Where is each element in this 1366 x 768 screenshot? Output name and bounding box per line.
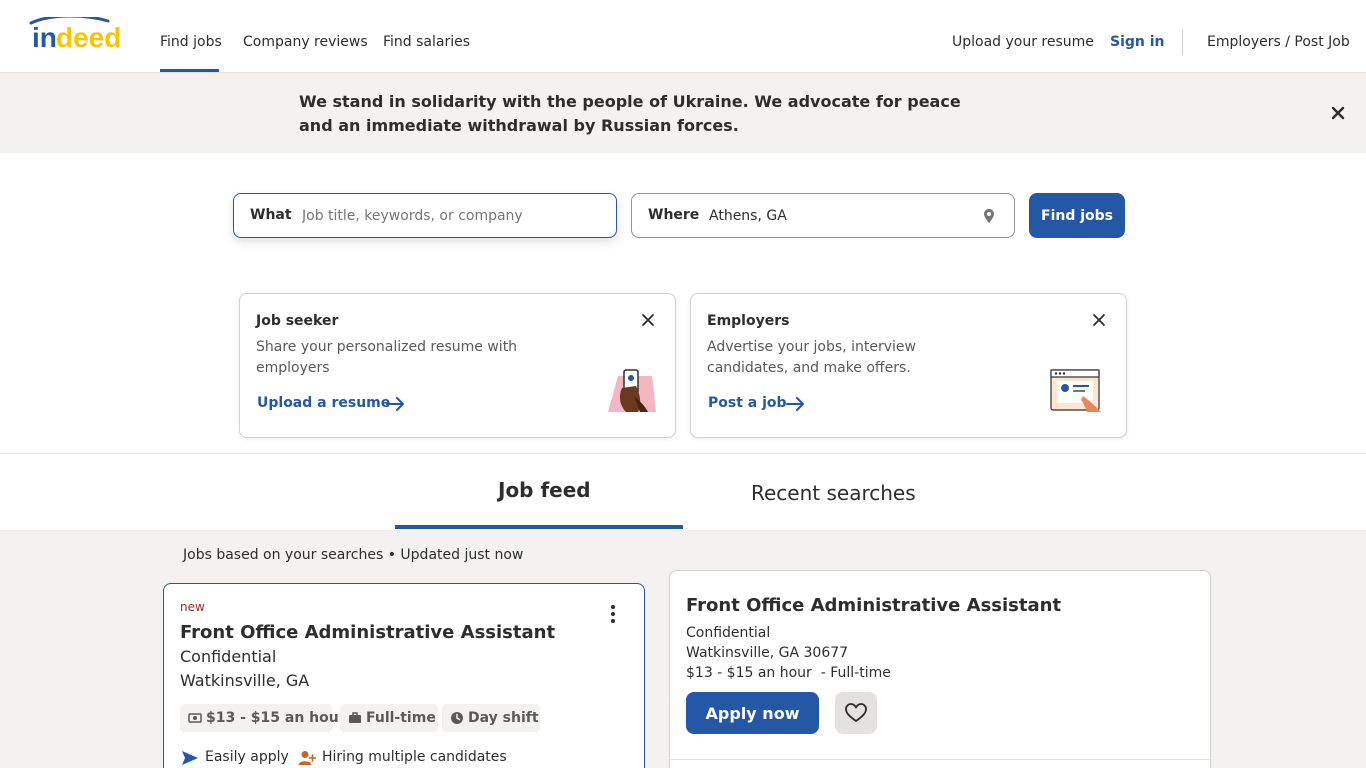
new-badge: new — [180, 600, 205, 614]
where-label: Where — [648, 207, 700, 223]
nav-company-reviews[interactable]: Company reviews — [243, 34, 368, 50]
detail-salary-type: $13 - $15 an hour - Full-time — [686, 665, 891, 681]
job-type-pill-label: Full-time — [366, 710, 436, 726]
heart-icon — [845, 703, 867, 722]
nav-find-jobs[interactable]: Find jobs — [160, 34, 222, 50]
indeed-logo[interactable]: in deed — [28, 17, 134, 51]
nav-active-indicator — [160, 69, 219, 72]
shift-pill: Day shift — [442, 704, 540, 732]
hiring-multiple-label: Hiring multiple candidates — [322, 749, 507, 765]
find-jobs-button[interactable]: Find jobs — [1029, 193, 1125, 238]
detail-company[interactable]: Confidential — [686, 625, 770, 641]
shift-pill-label: Day shift — [468, 710, 539, 726]
what-label: What — [250, 207, 292, 223]
sign-in-link[interactable]: Sign in — [1110, 34, 1165, 50]
upload-resume-link[interactable]: Upload your resume — [952, 34, 1094, 50]
tabs-separator — [0, 453, 1366, 454]
banner-text: We stand in solidarity with the people o… — [299, 92, 961, 135]
job-card[interactable]: new Front Office Administrative Assistan… — [163, 583, 645, 768]
site-header: in deed Find jobs Company reviews Find s… — [0, 0, 1366, 73]
close-icon[interactable] — [1092, 313, 1106, 327]
salary-pill-label: $13 - $15 an hour — [206, 710, 346, 726]
job-location: Watkinsville, GA — [180, 671, 310, 690]
more-options-icon[interactable] — [604, 604, 622, 624]
easily-apply-feature: Easily apply — [181, 749, 289, 765]
send-icon — [182, 751, 198, 765]
job-seeker-card: Job seeker Share your personalized resum… — [239, 293, 676, 438]
upload-resume-link[interactable]: Upload a resume — [257, 395, 390, 411]
location-pin-icon — [984, 209, 994, 223]
arrow-right-icon[interactable] — [386, 396, 406, 412]
money-icon — [188, 713, 202, 723]
tab-recent-searches[interactable]: Recent searches — [751, 481, 916, 505]
detail-job-title: Front Office Administrative Assistant — [686, 595, 1062, 616]
svg-text:in: in — [32, 22, 57, 51]
employers-post-job-link[interactable]: Employers / Post Job — [1207, 34, 1350, 50]
job-seeker-desc: Share your personalized resume with empl… — [256, 339, 518, 376]
browser-candidate-illustration-icon — [1050, 369, 1101, 412]
clock-icon — [451, 712, 463, 724]
save-job-button[interactable] — [835, 692, 877, 734]
nav-find-salaries[interactable]: Find salaries — [383, 34, 470, 50]
post-job-link[interactable]: Post a job — [708, 395, 787, 411]
feed-meta-text: Jobs based on your searches • Updated ju… — [183, 547, 524, 563]
job-type-pill: Full-time — [340, 704, 438, 732]
tab-active-indicator — [395, 525, 683, 529]
employers-title: Employers — [707, 313, 790, 329]
job-seeker-title: Job seeker — [256, 313, 339, 329]
detail-separator — [670, 759, 1210, 760]
phone-resume-illustration-icon — [608, 369, 656, 412]
add-person-icon — [298, 751, 316, 765]
what-search-box: What — [233, 193, 617, 238]
company-name: Confidential — [180, 647, 277, 666]
apply-now-button[interactable]: Apply now — [686, 692, 819, 734]
what-input[interactable] — [302, 200, 602, 231]
tab-job-feed[interactable]: Job feed — [498, 478, 591, 502]
ukraine-banner: We stand in solidarity with the people o… — [0, 73, 1366, 153]
job-detail-panel: Front Office Administrative Assistant Co… — [669, 570, 1211, 768]
svg-text:deed: deed — [56, 22, 121, 51]
arrow-right-icon[interactable] — [786, 396, 806, 412]
where-input[interactable] — [709, 200, 969, 231]
nav-divider — [1182, 29, 1183, 55]
employers-card: Employers Advertise your jobs, interview… — [690, 293, 1127, 438]
job-title-link[interactable]: Front Office Administrative Assistant — [180, 622, 555, 643]
close-icon[interactable] — [1329, 104, 1347, 122]
where-search-box: Where — [631, 193, 1015, 238]
hiring-multiple-feature: Hiring multiple candidates — [298, 749, 507, 765]
briefcase-icon — [349, 712, 361, 723]
employers-desc: Advertise your jobs, interview candidate… — [707, 339, 916, 376]
salary-pill: $13 - $15 an hour — [180, 704, 346, 732]
easily-apply-label: Easily apply — [205, 749, 289, 765]
close-icon[interactable] — [641, 313, 655, 327]
detail-location: Watkinsville, GA 30677 — [686, 645, 849, 661]
